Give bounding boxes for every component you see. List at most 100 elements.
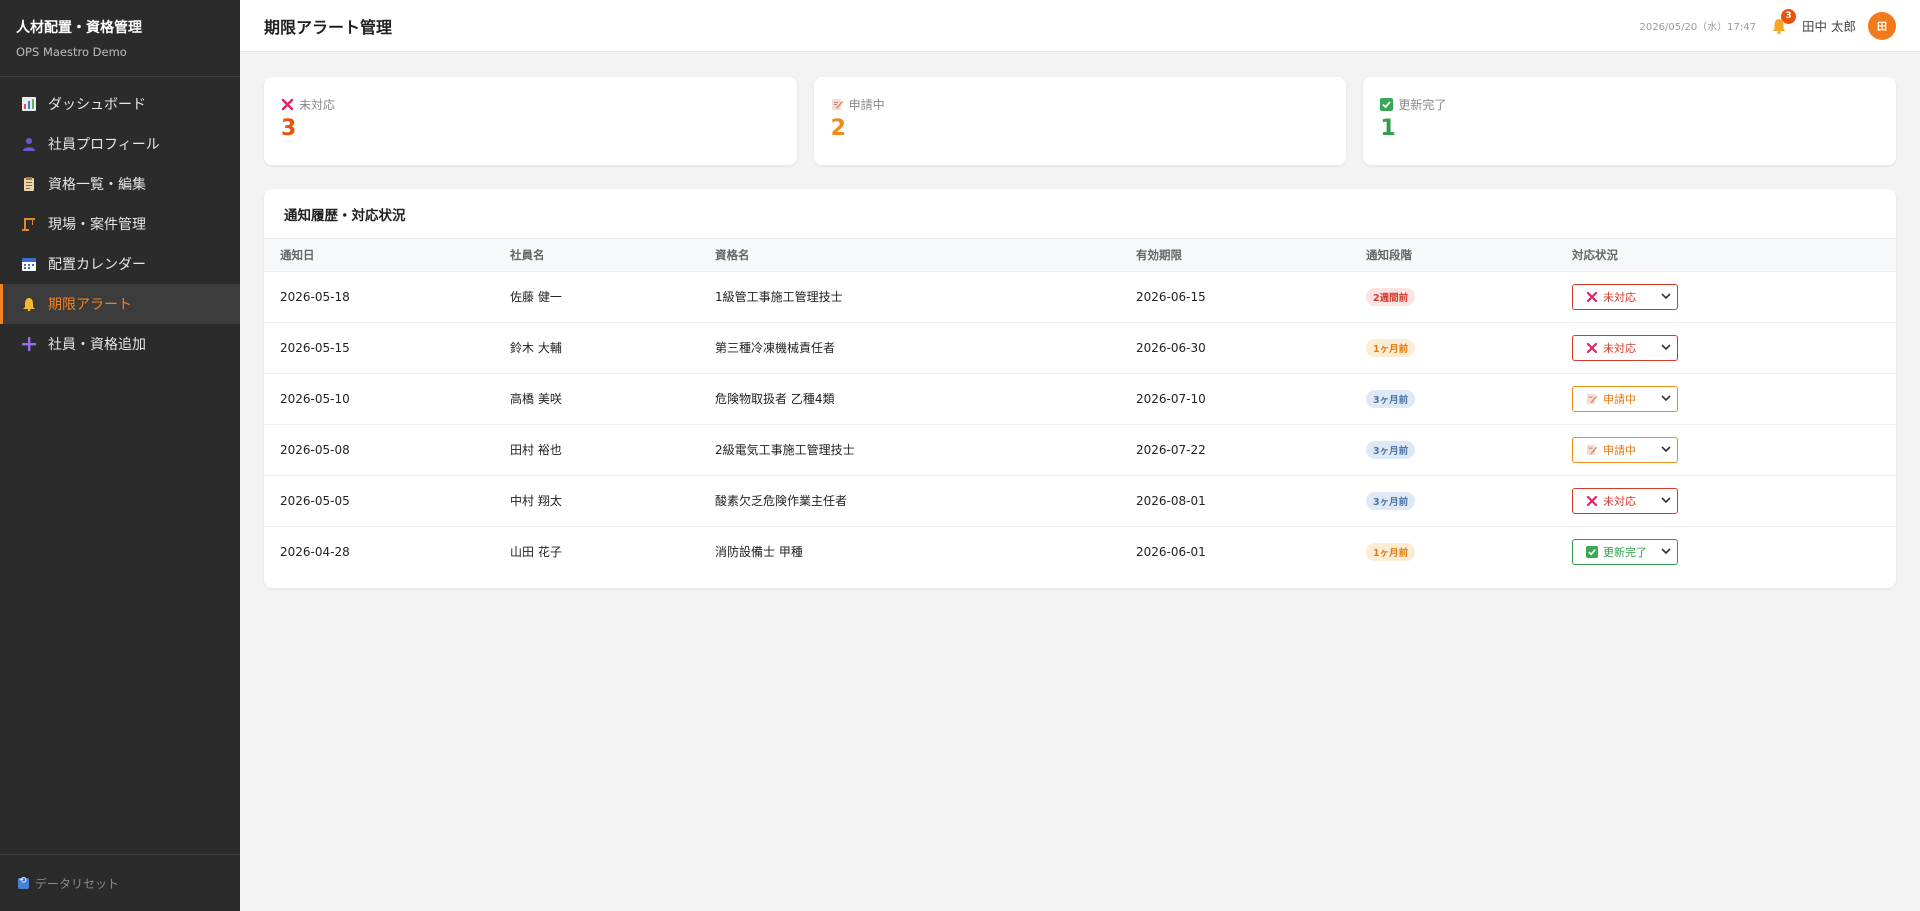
cell-qualification: 酸素欠乏危険作業主任者 [715,494,848,508]
cell-date: 2026-05-08 [280,442,350,457]
summary-card-unhandled: 未対応 3 [264,77,797,165]
table-row: 2026-05-15 鈴木 大輔 第三種冷凍機械責任者 2026-06-30 1… [264,322,1896,373]
cell-qualification: 第三種冷凍機械責任者 [715,341,836,355]
memo-icon [1586,444,1598,456]
status-select[interactable]: 申請中 [1572,385,1678,412]
summary-card-value: 1 [1380,116,1396,141]
header-right: 2026/05/20（水）17:47 3 田中 太郎 田 [1639,8,1896,40]
data-reset-label: データリセット [35,876,120,891]
column-header: 有効期限 [1136,247,1182,262]
cell-expiry: 2026-06-30 [1136,340,1206,355]
cell-expiry: 2026-06-01 [1136,544,1206,559]
sidebar-item-label: 期限アラート [48,297,132,313]
memo-icon [831,98,844,111]
cell-expiry: 2026-07-22 [1136,442,1206,457]
status-select[interactable]: 未対応 [1572,283,1678,310]
status-select[interactable]: 申請中 [1572,436,1678,463]
summary-label-text: 未対応 [299,98,336,112]
user-name: 田中 太郎 [1802,19,1856,34]
status-value: 申請中 [1603,392,1636,406]
cell-employee: 佐藤 健一 [510,290,562,304]
reset-icon [18,876,29,889]
sidebar-item-profile[interactable]: 社員プロフィール [0,124,240,164]
page-title: 期限アラート管理 [264,17,393,37]
cell-expiry: 2026-08-01 [1136,493,1206,508]
cell-status: 未対応 [1556,322,1896,373]
status-select[interactable]: 更新完了 [1572,538,1678,565]
cell-employee: 中村 翔太 [510,494,562,508]
cell-employee: 鈴木 大輔 [510,341,562,355]
cell-stage: 3ヶ月前 [1350,373,1556,424]
sidebar-item-add[interactable]: 社員・資格追加 [0,324,240,364]
sidebar-item-sites[interactable]: 現場・案件管理 [0,204,240,244]
cell-status: 未対応 [1556,475,1896,526]
stage-badge: 2週間前 [1366,287,1416,306]
summary-card-label: 更新完了 [1380,96,1879,113]
sidebar-item-label: 配置カレンダー [48,257,146,273]
cell-date: 2026-04-28 [280,544,350,559]
column-header: 対応状況 [1572,247,1618,262]
cell-employee: 高橋 美咲 [510,392,562,406]
status-select[interactable]: 未対応 [1572,334,1678,361]
chart-icon [21,97,36,112]
cell-status: 更新完了 [1556,526,1896,577]
notification-bell-button[interactable]: 3 [1770,8,1797,35]
stage-badge: 3ヶ月前 [1366,440,1416,459]
notification-history-panel: 通知履歴・対応状況 通知日 社員名 資格名 有効期限 通知段階 対応状況 202… [264,189,1896,588]
sidebar-item-calendar[interactable]: 配置カレンダー [0,244,240,284]
cell-expiry: 2026-07-10 [1136,391,1206,406]
cell-stage: 3ヶ月前 [1350,475,1556,526]
chevron-down-icon [1661,443,1671,456]
status-value: 未対応 [1603,290,1636,304]
brand-title: 人材配置・資格管理 [16,20,142,36]
avatar[interactable]: 田 [1868,11,1896,40]
datetime: 2026/05/20（水）17:47 [1639,22,1757,33]
table-row: 2026-04-28 山田 花子 消防設備士 甲種 2026-06-01 1ヶ月… [264,526,1896,577]
crane-icon [21,217,36,232]
chevron-down-icon [1661,545,1671,558]
sidebar-item-label: 現場・案件管理 [48,217,146,233]
sidebar-item-dashboard[interactable]: ダッシュボード [0,84,240,124]
chevron-down-icon [1661,341,1671,354]
cell-qualification: 消防設備士 甲種 [715,545,803,560]
sidebar-item-qualifications[interactable]: 資格一覧・編集 [0,164,240,204]
data-reset-button[interactable]: データリセット [0,854,240,911]
cell-status: 申請中 [1556,424,1896,475]
status-value: 更新完了 [1603,545,1647,559]
summary-label-text: 更新完了 [1398,98,1447,112]
cell-qualification: 危険物取扱者 乙種4類 [715,392,835,406]
cell-employee: 山田 花子 [510,545,562,560]
cell-qualification: 2級電気工事施工管理技士 [715,443,855,457]
panel-title: 通知履歴・対応状況 [264,189,1896,239]
cell-employee: 田村 裕也 [510,443,562,457]
cell-expiry: 2026-06-15 [1136,289,1206,304]
summary-card-value: 2 [830,116,846,141]
table-header-row: 通知日 社員名 資格名 有効期限 通知段階 対応状況 [264,239,1896,271]
top-header: 期限アラート管理 2026/05/20（水）17:47 3 田中 太郎 田 [240,0,1920,52]
x-icon [281,98,294,111]
sidebar-item-alerts[interactable]: 期限アラート [0,284,240,324]
plus-icon [21,337,36,352]
table-row: 2026-05-05 中村 翔太 酸素欠乏危険作業主任者 2026-08-01 … [264,475,1896,526]
notification-table: 通知日 社員名 資格名 有効期限 通知段階 対応状況 2026-05-18 佐藤… [264,239,1896,577]
summary-card-label: 申請中 [831,96,1330,113]
chevron-down-icon [1661,392,1671,405]
brand: 人材配置・資格管理 OPS Maestro Demo [0,0,240,77]
person-icon [21,137,36,152]
status-select[interactable]: 未対応 [1572,487,1678,514]
cell-date: 2026-05-15 [280,340,350,355]
summary-label-text: 申請中 [848,98,885,112]
chevron-down-icon [1661,494,1671,507]
sidebar-item-label: 資格一覧・編集 [48,177,146,193]
memo-icon [1586,393,1598,405]
column-header: 通知日 [280,247,315,262]
table-row: 2026-05-08 田村 裕也 2級電気工事施工管理技士 2026-07-22… [264,424,1896,475]
cell-stage: 3ヶ月前 [1350,424,1556,475]
cell-stage: 1ヶ月前 [1350,322,1556,373]
sidebar-nav: ダッシュボード 社員プロフィール 資格一覧・編集 現場・案件管理 配置カレンダー [0,84,240,364]
summary-card-applying: 申請中 2 [813,77,1347,165]
sidebar-item-label: ダッシュボード [48,97,146,113]
summary-cards: 未対応 3 申請中 2 更新完了 1 [264,77,1897,165]
stage-badge: 1ヶ月前 [1366,542,1416,561]
cell-status: 申請中 [1556,373,1896,424]
